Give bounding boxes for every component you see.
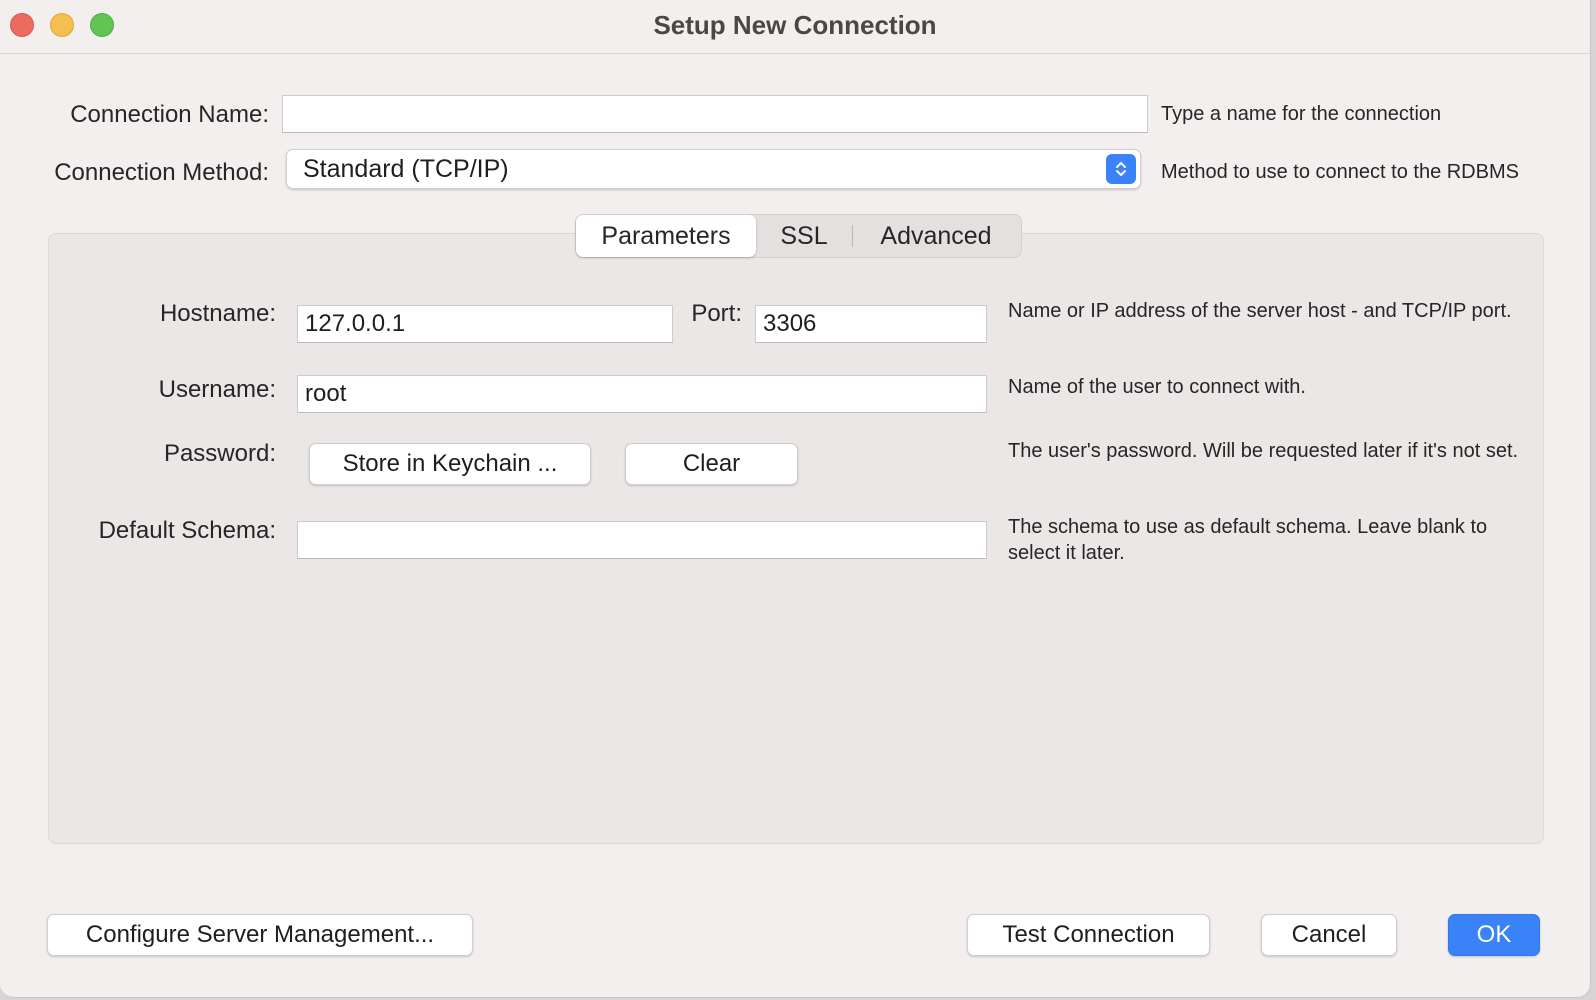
connection-name-label: Connection Name: [70, 101, 269, 128]
password-label: Password: [163, 440, 276, 467]
default-schema-label: Default Schema: [98, 517, 276, 544]
username-hint: Name of the user to connect with. [1008, 376, 1306, 398]
clear-password-button[interactable]: Clear [625, 443, 798, 485]
port-label: Port: [691, 300, 742, 327]
cancel-button[interactable]: Cancel [1261, 914, 1397, 956]
connection-name-input[interactable] [282, 95, 1148, 133]
default-schema-hint: The schema to use as default schema. Lea… [1008, 516, 1488, 564]
hostname-hint: Name or IP address of the server host - … [1008, 300, 1512, 322]
tab-parameters[interactable]: Parameters [576, 215, 756, 257]
connection-method-hint: Method to use to connect to the RDBMS [1161, 161, 1519, 183]
connection-method-value: Standard (TCP/IP) [303, 154, 509, 183]
username-input[interactable] [297, 375, 987, 413]
store-in-keychain-button[interactable]: Store in Keychain ... [309, 443, 591, 485]
password-hint: The user's password. Will be requested l… [1008, 440, 1519, 462]
configure-server-management-button[interactable]: Configure Server Management... [47, 914, 473, 956]
window-title: Setup New Connection [653, 10, 937, 40]
port-input[interactable] [755, 305, 987, 343]
hostname-label: Hostname: [159, 300, 276, 327]
tab-ssl[interactable]: SSL [756, 215, 852, 257]
connection-method-label: Connection Method: [54, 159, 269, 186]
select-chevron-icon [1106, 154, 1136, 184]
setup-connection-dialog: Setup New Connection Connection Name: Ty… [0, 0, 1591, 998]
hostname-input[interactable] [297, 305, 673, 343]
username-label: Username: [158, 376, 276, 403]
default-schema-input[interactable] [297, 521, 987, 559]
ok-button[interactable]: OK [1448, 914, 1540, 956]
tab-advanced[interactable]: Advanced [853, 215, 1019, 257]
test-connection-button[interactable]: Test Connection [967, 914, 1210, 956]
connection-name-hint: Type a name for the connection [1161, 103, 1442, 125]
title-bar: Setup New Connection [0, 0, 1590, 54]
connection-method-select[interactable]: Standard (TCP/IP) [286, 149, 1141, 189]
tab-bar: Parameters SSL Advanced [575, 214, 1022, 258]
